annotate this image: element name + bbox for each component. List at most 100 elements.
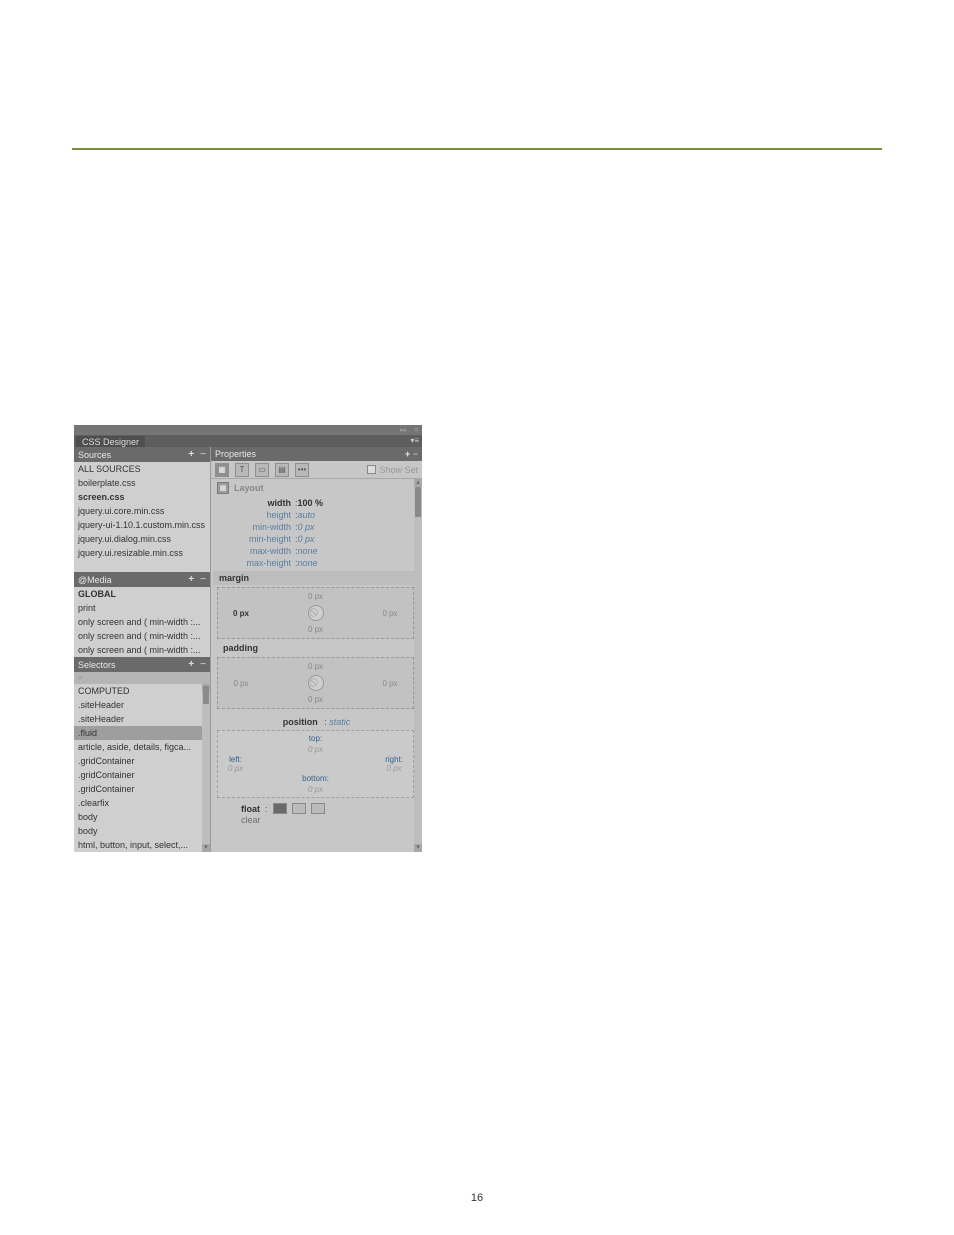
width-label: width <box>211 498 295 508</box>
add-source-button[interactable]: + <box>188 449 194 460</box>
margin-shorthand-icon[interactable]: ⃠ <box>308 605 324 621</box>
right-label: right: <box>385 755 403 764</box>
selectors-header-label: Selectors <box>78 660 116 670</box>
padding-top-value[interactable]: 0 px <box>308 662 323 671</box>
tab-css-designer[interactable]: CSS Designer <box>76 436 145 447</box>
selector-item[interactable]: COMPUTED <box>74 684 210 698</box>
remove-media-button[interactable]: − <box>200 574 206 585</box>
selector-item[interactable]: .gridContainer <box>74 782 210 796</box>
category-background-button[interactable]: ▤ <box>275 463 289 477</box>
remove-selector-button[interactable]: − <box>200 659 206 670</box>
add-property-button[interactable]: + <box>405 449 410 459</box>
minheight-label: min-height <box>211 534 295 544</box>
maxheight-label: max-height <box>211 558 295 568</box>
padding-left-value[interactable]: 0 px <box>226 679 256 688</box>
minwidth-value[interactable]: 0 px <box>298 522 315 532</box>
padding-boxmodel: 0 px 0 px ⃠ 0 px 0 px <box>217 657 414 709</box>
selector-item[interactable]: .clearfix <box>74 796 210 810</box>
padding-shorthand-icon[interactable]: ⃠ <box>308 675 324 691</box>
source-item[interactable]: screen.css <box>74 490 210 504</box>
maxwidth-value[interactable]: none <box>298 546 318 556</box>
scroll-thumb[interactable] <box>203 686 209 704</box>
float-none-button[interactable] <box>311 803 325 814</box>
show-set-checkbox[interactable] <box>367 465 376 474</box>
scroll-thumb[interactable] <box>415 487 421 517</box>
selector-item[interactable]: .gridContainer <box>74 754 210 768</box>
page-number: 16 <box>0 1192 954 1204</box>
remove-property-button[interactable]: − <box>413 449 418 459</box>
selector-item[interactable]: .siteHeader <box>74 712 210 726</box>
media-item[interactable]: GLOBAL <box>74 587 210 601</box>
position-value[interactable]: static <box>329 717 350 727</box>
properties-header-label: Properties <box>215 449 256 459</box>
source-item[interactable]: jquery-ui-1.10.1.custom.min.css <box>74 518 210 532</box>
left-value[interactable]: 0 px <box>228 764 243 773</box>
collapse-icon[interactable]: ▸▸ <box>400 427 407 434</box>
media-item[interactable]: only screen and ( min-width :... <box>74 643 210 657</box>
padding-bottom-value[interactable]: 0 px <box>308 695 323 704</box>
sources-list: ALL SOURCESboilerplate.cssscreen.cssjque… <box>74 462 210 572</box>
category-text-button[interactable]: T <box>235 463 249 477</box>
add-media-button[interactable]: + <box>188 574 194 585</box>
float-right-button[interactable] <box>292 803 306 814</box>
media-item[interactable]: print <box>74 601 210 615</box>
layout-icon: ▦ <box>217 482 229 494</box>
minheight-value[interactable]: 0 px <box>298 534 315 544</box>
padding-right-value[interactable]: 0 px <box>375 679 405 688</box>
media-header: @Media + − <box>74 572 210 587</box>
properties-category-toolbar: ▦ T ▭ ▤ ••• Show Set <box>211 461 422 479</box>
selector-search-input[interactable]: ⌕ <box>74 672 210 684</box>
margin-top-value[interactable]: 0 px <box>308 592 323 601</box>
bottom-value[interactable]: 0 px <box>308 785 323 794</box>
margin-right-value[interactable]: 0 px <box>375 609 405 618</box>
position-offsets-box: top: 0 px left: 0 px right: 0 px bottom: <box>217 730 414 798</box>
height-value[interactable]: auto <box>298 510 316 520</box>
right-value[interactable]: 0 px <box>385 764 403 773</box>
selector-item[interactable]: .fluid <box>74 726 210 740</box>
maxheight-value[interactable]: none <box>298 558 318 568</box>
source-item[interactable]: boilerplate.css <box>74 476 210 490</box>
category-border-button[interactable]: ▭ <box>255 463 269 477</box>
selector-item[interactable]: .gridContainer <box>74 768 210 782</box>
source-item[interactable]: jquery.ui.core.min.css <box>74 504 210 518</box>
source-item[interactable]: jquery.ui.dialog.min.css <box>74 532 210 546</box>
selector-item[interactable]: article, aside, details, figca... <box>74 740 210 754</box>
category-layout-button[interactable]: ▦ <box>215 463 229 477</box>
scroll-up-icon[interactable]: ▴ <box>414 479 422 487</box>
css-designer-panel: ▸▸ ✕ CSS Designer ▾≡ Sources + − ALL SOU… <box>74 425 422 852</box>
scroll-down-icon[interactable]: ▾ <box>414 844 422 852</box>
margin-boxmodel: 0 px 0 px ⃠ 0 px 0 px <box>217 587 414 639</box>
page-header-rule <box>72 148 882 150</box>
add-selector-button[interactable]: + <box>188 659 194 670</box>
media-item[interactable]: only screen and ( min-width :... <box>74 629 210 643</box>
show-set-label: Show Set <box>379 465 418 475</box>
top-value[interactable]: 0 px <box>308 745 323 754</box>
media-list: GLOBALprintonly screen and ( min-width :… <box>74 587 210 657</box>
properties-scrollbar[interactable]: ▴ ▾ <box>414 479 422 852</box>
margin-left-value[interactable]: 0 px <box>226 609 256 618</box>
sources-header-label: Sources <box>78 450 111 460</box>
source-item[interactable]: jquery.ui.resizable.min.css <box>74 546 210 560</box>
selector-item[interactable]: body <box>74 824 210 838</box>
width-value[interactable]: 100 % <box>298 498 324 508</box>
selectors-scrollbar[interactable]: ▴ ▾ <box>202 684 210 852</box>
margin-bottom-value[interactable]: 0 px <box>308 625 323 634</box>
layout-group-label: Layout <box>234 483 264 493</box>
selector-item[interactable]: .siteHeader <box>74 698 210 712</box>
properties-header: Properties + − <box>211 447 422 461</box>
source-item[interactable]: ALL SOURCES <box>74 462 210 476</box>
margin-label: margin <box>213 571 414 585</box>
media-item[interactable]: only screen and ( min-width :... <box>74 615 210 629</box>
selector-item[interactable]: html, button, input, select,... <box>74 838 210 852</box>
selector-item[interactable]: body <box>74 810 210 824</box>
float-left-button[interactable] <box>273 803 287 814</box>
close-icon[interactable]: ✕ <box>413 427 419 434</box>
layout-group-header: ▦ Layout <box>211 479 422 497</box>
panel-tab-row: CSS Designer ▾≡ <box>74 435 422 447</box>
clear-label: clear <box>241 815 261 825</box>
category-more-button[interactable]: ••• <box>295 463 309 477</box>
remove-source-button[interactable]: − <box>200 449 206 460</box>
position-label: position <box>283 717 322 727</box>
scroll-down-icon[interactable]: ▾ <box>202 844 210 852</box>
panel-menu-icon[interactable]: ▾≡ <box>410 436 419 445</box>
